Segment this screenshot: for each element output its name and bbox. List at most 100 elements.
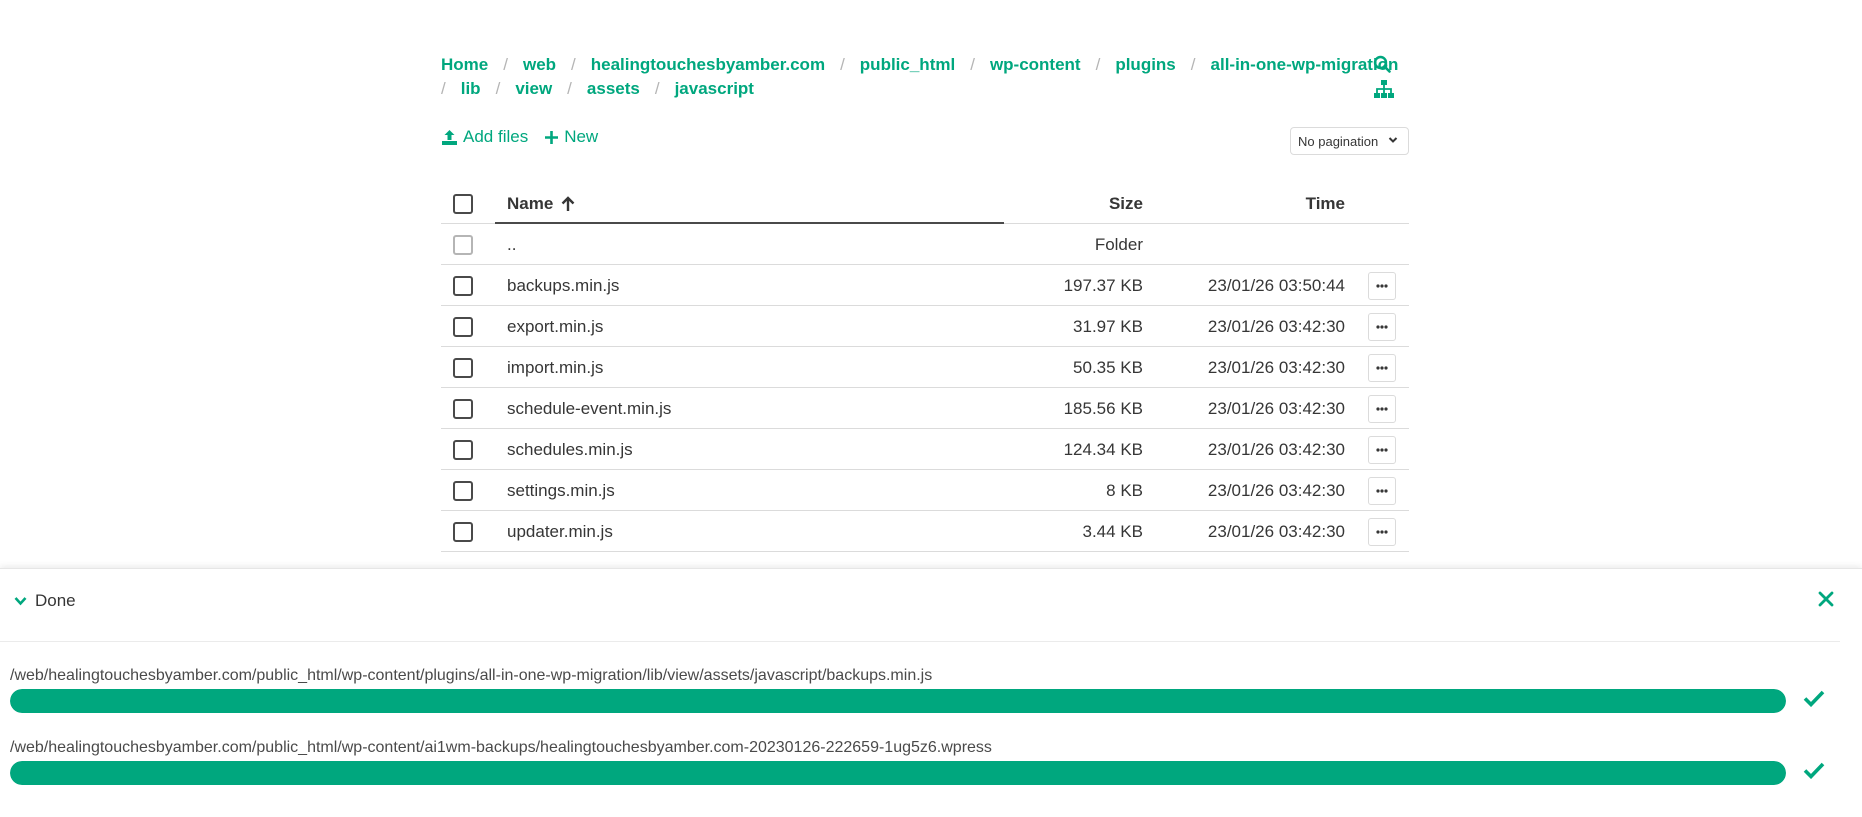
file-time: 23/01/26 03:42:30 (1207, 439, 1345, 459)
pagination-select[interactable]: No pagination (1290, 127, 1409, 155)
new-label: New (564, 127, 599, 146)
breadcrumb-item-all-in-one-wp-migration[interactable]: all-in-one-wp-migration (1211, 53, 1399, 77)
file-time: 23/01/26 03:42:30 (1207, 480, 1345, 500)
column-header-size[interactable]: Size (1109, 183, 1143, 224)
row-checkbox[interactable] (453, 265, 473, 306)
file-time: 23/01/26 03:50:44 (1207, 275, 1345, 295)
add-files-button[interactable]: Add files (441, 127, 528, 147)
row-actions-button[interactable] (1368, 353, 1396, 382)
breadcrumb-item-lib[interactable]: lib (461, 77, 481, 101)
breadcrumb-item-web[interactable]: web (523, 53, 556, 77)
breadcrumb-separator: / (503, 55, 508, 74)
breadcrumb-item-javascript[interactable]: javascript (675, 77, 754, 101)
ellipsis-icon (1376, 365, 1388, 370)
row-checkbox[interactable] (453, 470, 473, 511)
breadcrumb-line-2: / lib / view / assets / javascript (441, 77, 1361, 101)
table-row[interactable]: import.min.js 50.35 KB 23/01/26 03:42:30 (441, 347, 1409, 388)
file-name[interactable]: export.min.js (507, 306, 603, 347)
plus-icon (545, 130, 559, 144)
ellipsis-icon (1376, 406, 1388, 411)
upload-panel-toggle[interactable]: Done (14, 591, 76, 611)
close-icon[interactable] (1818, 591, 1834, 612)
table-row-parent[interactable]: .. Folder (441, 224, 1409, 265)
row-actions-button[interactable] (1368, 517, 1396, 546)
upload-icon (442, 129, 457, 145)
table-row[interactable]: updater.min.js 3.44 KB 23/01/26 03:42:30 (441, 511, 1409, 552)
row-actions-button[interactable] (1368, 435, 1396, 464)
breadcrumb-item-wp-content[interactable]: wp-content (990, 53, 1081, 77)
file-size: 3.44 KB (1082, 521, 1144, 541)
column-header-name[interactable]: Name (507, 183, 575, 224)
table-row[interactable]: settings.min.js 8 KB 23/01/26 03:42:30 (441, 470, 1409, 511)
file-name[interactable]: import.min.js (507, 347, 603, 388)
ellipsis-icon (1376, 324, 1388, 329)
file-size: 197.37 KB (1063, 275, 1143, 295)
row-checkbox[interactable] (453, 306, 473, 347)
sitemap-icon[interactable] (1373, 79, 1397, 103)
row-actions-button[interactable] (1368, 271, 1396, 300)
row-checkbox[interactable] (453, 511, 473, 552)
breadcrumb-separator: / (1190, 55, 1196, 74)
row-actions-button[interactable] (1368, 476, 1396, 505)
breadcrumb-item-home[interactable]: Home (441, 53, 488, 77)
file-name[interactable]: settings.min.js (507, 470, 615, 511)
row-checkbox[interactable] (453, 347, 473, 388)
breadcrumb-line-1: Home / web / healingtouchesbyamber.com /… (441, 53, 1398, 77)
table-row[interactable]: export.min.js 31.97 KB 23/01/26 03:42:30 (441, 306, 1409, 347)
new-button[interactable]: New (544, 127, 598, 147)
breadcrumb-separator: / (571, 55, 576, 74)
add-files-label: Add files (463, 127, 529, 146)
ellipsis-icon (1376, 447, 1388, 452)
breadcrumb-item-view[interactable]: view (515, 77, 552, 101)
upload-panel: Done /web/healingtouchesbyamber.com/publ… (0, 568, 1862, 817)
file-size: 31.97 KB (1073, 316, 1143, 336)
file-size: 124.34 KB (1063, 439, 1143, 459)
file-time: 23/01/26 03:42:30 (1207, 316, 1345, 336)
breadcrumb-item-public-html[interactable]: public_html (860, 53, 955, 77)
ellipsis-icon (1376, 488, 1388, 493)
table-header: Name Size Time (441, 183, 1409, 224)
column-header-time[interactable]: Time (1306, 183, 1345, 224)
breadcrumb-item-assets[interactable]: assets (587, 77, 640, 101)
file-name[interactable]: backups.min.js (507, 265, 619, 306)
toolbar: Add files New (441, 127, 614, 147)
breadcrumb-item-plugins[interactable]: plugins (1115, 53, 1175, 77)
table-row[interactable]: schedules.min.js 124.34 KB 23/01/26 03:4… (441, 429, 1409, 470)
file-name[interactable]: updater.min.js (507, 511, 613, 552)
arrow-up-icon (561, 195, 575, 211)
file-time: 23/01/26 03:42:30 (1207, 521, 1345, 541)
file-time: 23/01/26 03:42:30 (1207, 357, 1345, 377)
pagination-value: No pagination (1298, 133, 1379, 149)
upload-status-label: Done (35, 591, 76, 610)
breadcrumb-item-domain[interactable]: healingtouchesbyamber.com (591, 53, 825, 77)
breadcrumb-separator: / (840, 55, 845, 74)
search-icon[interactable] (1373, 55, 1397, 79)
row-checkbox[interactable] (453, 429, 473, 470)
breadcrumb-separator: / (567, 79, 572, 98)
select-all-checkbox[interactable] (453, 183, 473, 224)
row-checkbox (453, 224, 473, 265)
row-actions-button[interactable] (1368, 394, 1396, 423)
file-size: 50.35 KB (1073, 357, 1143, 377)
file-name[interactable]: .. (507, 224, 516, 265)
breadcrumb-actions (1373, 55, 1397, 103)
ellipsis-icon (1376, 283, 1388, 288)
table-row[interactable]: schedule-event.min.js 185.56 KB 23/01/26… (441, 388, 1409, 429)
file-time: 23/01/26 03:42:30 (1207, 398, 1345, 418)
file-size: 8 KB (1106, 480, 1143, 500)
table-row[interactable]: backups.min.js 197.37 KB 23/01/26 03:50:… (441, 265, 1409, 306)
breadcrumb-separator: / (654, 79, 660, 98)
file-table: Name Size Time .. Folder backups.min.js … (441, 183, 1409, 552)
file-name[interactable]: schedule-event.min.js (507, 388, 671, 429)
upload-progress-fill (10, 761, 1786, 785)
breadcrumb-separator: / (441, 79, 446, 98)
upload-progress-fill (10, 689, 1786, 713)
row-checkbox[interactable] (453, 388, 473, 429)
chevron-down-icon (14, 597, 27, 606)
file-name[interactable]: schedules.min.js (507, 429, 633, 470)
upload-progress-bar (10, 689, 1786, 713)
upload-path: /web/healingtouchesbyamber.com/public_ht… (10, 739, 992, 756)
row-actions-button[interactable] (1368, 312, 1396, 341)
upload-item: /web/healingtouchesbyamber.com/public_ht… (10, 666, 1850, 713)
check-icon (1803, 762, 1825, 779)
